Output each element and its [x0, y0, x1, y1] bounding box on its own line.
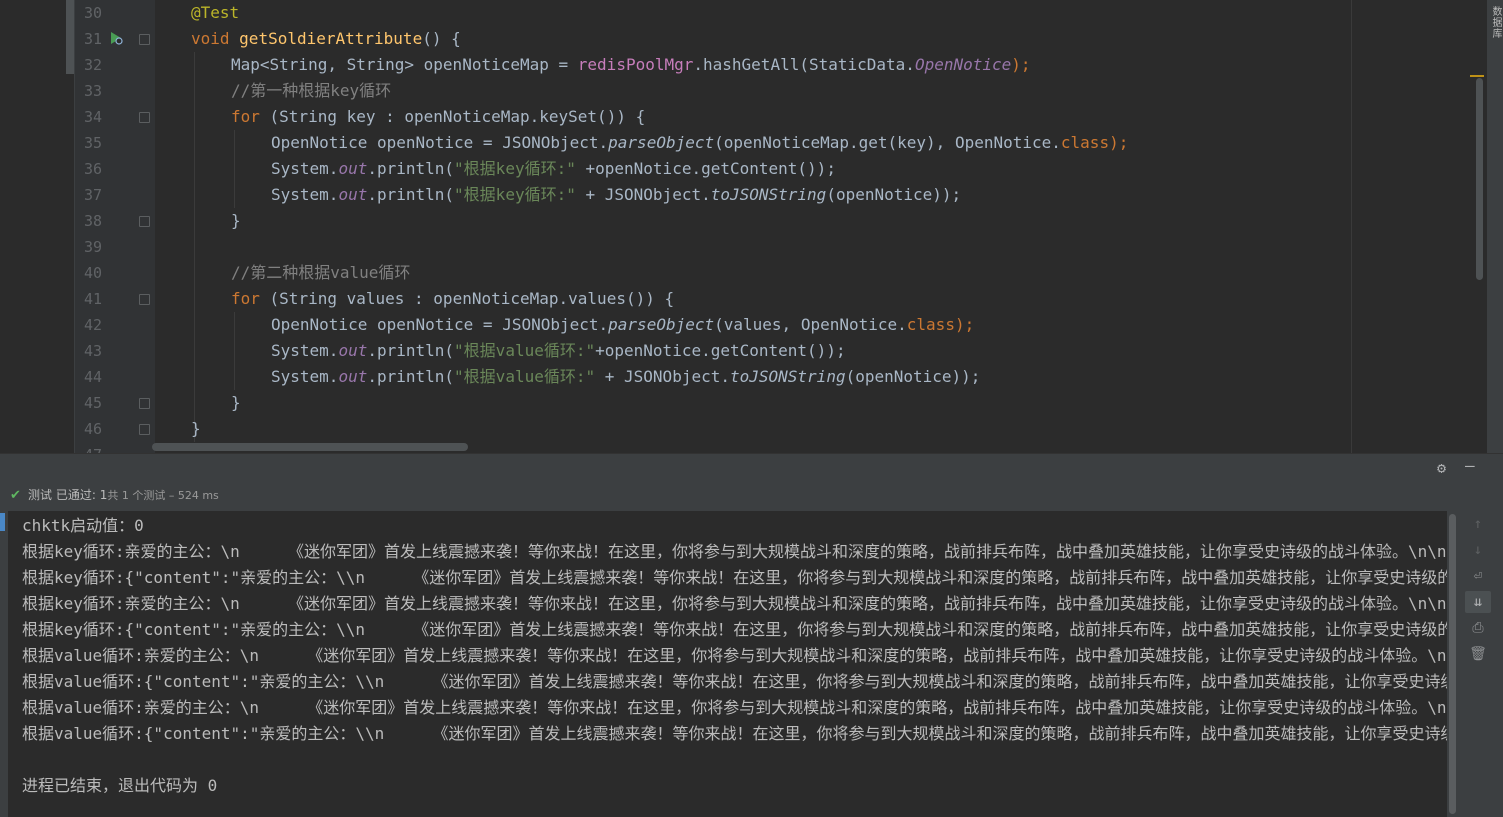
- code-line-34: for (String key : openNoticeMap.keySet()…: [231, 107, 646, 126]
- code-line-36: System.out.println("根据key循环:" +openNotic…: [271, 159, 836, 178]
- arrow-up-icon[interactable]: ↑: [1465, 513, 1491, 535]
- fold-marker[interactable]: [139, 424, 150, 435]
- line-number: 46: [83, 420, 102, 438]
- line-number: 36: [83, 160, 102, 178]
- line-number: 34: [83, 108, 102, 126]
- console-line: 根据value循环:{"content":"亲爱的主公：\\n 《迷你军团》首发…: [22, 724, 1447, 743]
- console-toolbar: ↑ ↓ ⏎ ⇊ ⎙ 🗑: [1457, 511, 1503, 817]
- trash-icon[interactable]: 🗑: [1465, 643, 1491, 665]
- run-tool-window: ⚙ — ✔ 测试 已通过: 1共 1 个测试 – 524 ms chktk启动值…: [0, 453, 1503, 817]
- editor-horizontal-scroll-thumb[interactable]: [152, 443, 468, 451]
- console-line: 根据key循环:{"content":"亲爱的主公：\\n 《迷你军团》首发上线…: [22, 568, 1447, 587]
- code-line-38: }: [231, 211, 241, 230]
- print-icon[interactable]: ⎙: [1465, 617, 1491, 639]
- editor-scroll-thumb[interactable]: [1476, 78, 1483, 280]
- indent-guide: [234, 130, 235, 208]
- gear-icon[interactable]: ⚙: [1437, 459, 1446, 477]
- database-tool-tab[interactable]: 数据库: [1486, 0, 1503, 453]
- code-line-32: Map<String, String> openNoticeMap = redi…: [231, 55, 1031, 74]
- code-line-41: for (String values : openNoticeMap.value…: [231, 289, 675, 308]
- indent-guide: [194, 52, 195, 442]
- console-line: 根据key循环:亲爱的主公：\n 《迷你军团》首发上线震撼来袭！等你来战！在这里…: [22, 594, 1447, 613]
- code-line-44: System.out.println("根据value循环:" + JSONOb…: [271, 367, 981, 386]
- line-number: 41: [83, 290, 102, 308]
- scroll-to-end-icon[interactable]: ⇊: [1465, 591, 1491, 613]
- console-line: 根据value循环:亲爱的主公：\n 《迷你军团》首发上线震撼来袭！等你来战！在…: [22, 646, 1447, 665]
- code-line-31: void getSoldierAttribute() {: [191, 29, 461, 48]
- console-line: 根据key循环:亲爱的主公：\n 《迷你军团》首发上线震撼来袭！等你来战！在这里…: [22, 542, 1447, 561]
- line-number: 35: [83, 134, 102, 152]
- line-number: 42: [83, 316, 102, 334]
- fold-marker[interactable]: [139, 112, 150, 123]
- code-line-35: OpenNotice openNotice = JSONObject.parse…: [271, 133, 1129, 152]
- line-number: 38: [83, 212, 102, 230]
- code-line-30: @Test: [191, 3, 240, 22]
- line-number: 30: [83, 4, 102, 22]
- line-number: 40: [83, 264, 102, 282]
- line-number: 47: [76, 442, 102, 453]
- console-left-marker: [0, 513, 5, 531]
- minimize-icon[interactable]: —: [1465, 457, 1475, 475]
- check-icon: ✔: [10, 488, 21, 503]
- code-line-40: //第二种根据value循环: [231, 263, 411, 282]
- console-line: 根据key循环:{"content":"亲爱的主公：\\n 《迷你军团》首发上线…: [22, 620, 1447, 639]
- code-line-46: }: [191, 419, 201, 438]
- code-line-42: OpenNotice openNotice = JSONObject.parse…: [271, 315, 975, 334]
- line-number: 37: [83, 186, 102, 204]
- console-output[interactable]: chktk启动值：0 根据key循环:亲爱的主公：\n 《迷你军团》首发上线震撼…: [9, 511, 1447, 817]
- fold-marker[interactable]: [139, 216, 150, 227]
- soft-wrap-icon[interactable]: ⏎: [1465, 565, 1491, 587]
- test-status-bar: ✔ 测试 已通过: 1共 1 个测试 – 524 ms: [0, 482, 1503, 512]
- code-editor[interactable]: 30 31 32 33 34 35 36 37 38 39 40 41 42 4…: [0, 0, 1503, 453]
- console-scroll-thumb[interactable]: [1449, 514, 1456, 814]
- fold-marker[interactable]: [139, 398, 150, 409]
- indent-guide: [234, 312, 235, 390]
- line-number: 32: [83, 56, 102, 74]
- fold-marker[interactable]: [139, 34, 150, 45]
- line-number: 43: [83, 342, 102, 360]
- test-status-text: 测试 已通过: 1共 1 个测试 – 524 ms: [28, 488, 219, 502]
- arrow-down-icon[interactable]: ↓: [1465, 539, 1491, 561]
- code-area[interactable]: @Test void getSoldierAttribute() { Map<S…: [154, 0, 1503, 453]
- run-panel-header: ⚙ —: [0, 454, 1503, 482]
- line-number: 45: [83, 394, 102, 412]
- line-number: 39: [83, 238, 102, 256]
- line-number: 44: [83, 368, 102, 386]
- console-line: 根据value循环:亲爱的主公：\n 《迷你军团》首发上线震撼来袭！等你来战！在…: [22, 698, 1447, 717]
- line-number: 31: [83, 30, 102, 48]
- code-line-33: //第一种根据key循环: [231, 81, 392, 100]
- fold-marker[interactable]: [139, 294, 150, 305]
- run-test-icon[interactable]: [107, 30, 125, 48]
- code-line-37: System.out.println("根据key循环:" + JSONObje…: [271, 185, 962, 204]
- line-number: 33: [83, 82, 102, 100]
- left-strip-scroll-indicator: [66, 0, 74, 74]
- console-left-strip: [0, 511, 9, 817]
- right-margin-guide: [1351, 0, 1352, 453]
- left-tool-strip: [0, 0, 66, 453]
- database-tool-tab-label: 数据库: [1490, 6, 1501, 39]
- console-line: chktk启动值：0: [22, 516, 144, 535]
- console-line: 进程已结束，退出代码为 0: [22, 776, 218, 795]
- console-line: 根据value循环:{"content":"亲爱的主公：\\n 《迷你军团》首发…: [22, 672, 1447, 691]
- error-stripe-marker[interactable]: [1470, 75, 1484, 77]
- code-line-45: }: [231, 393, 241, 412]
- code-line-43: System.out.println("根据value循环:"+openNoti…: [271, 341, 846, 360]
